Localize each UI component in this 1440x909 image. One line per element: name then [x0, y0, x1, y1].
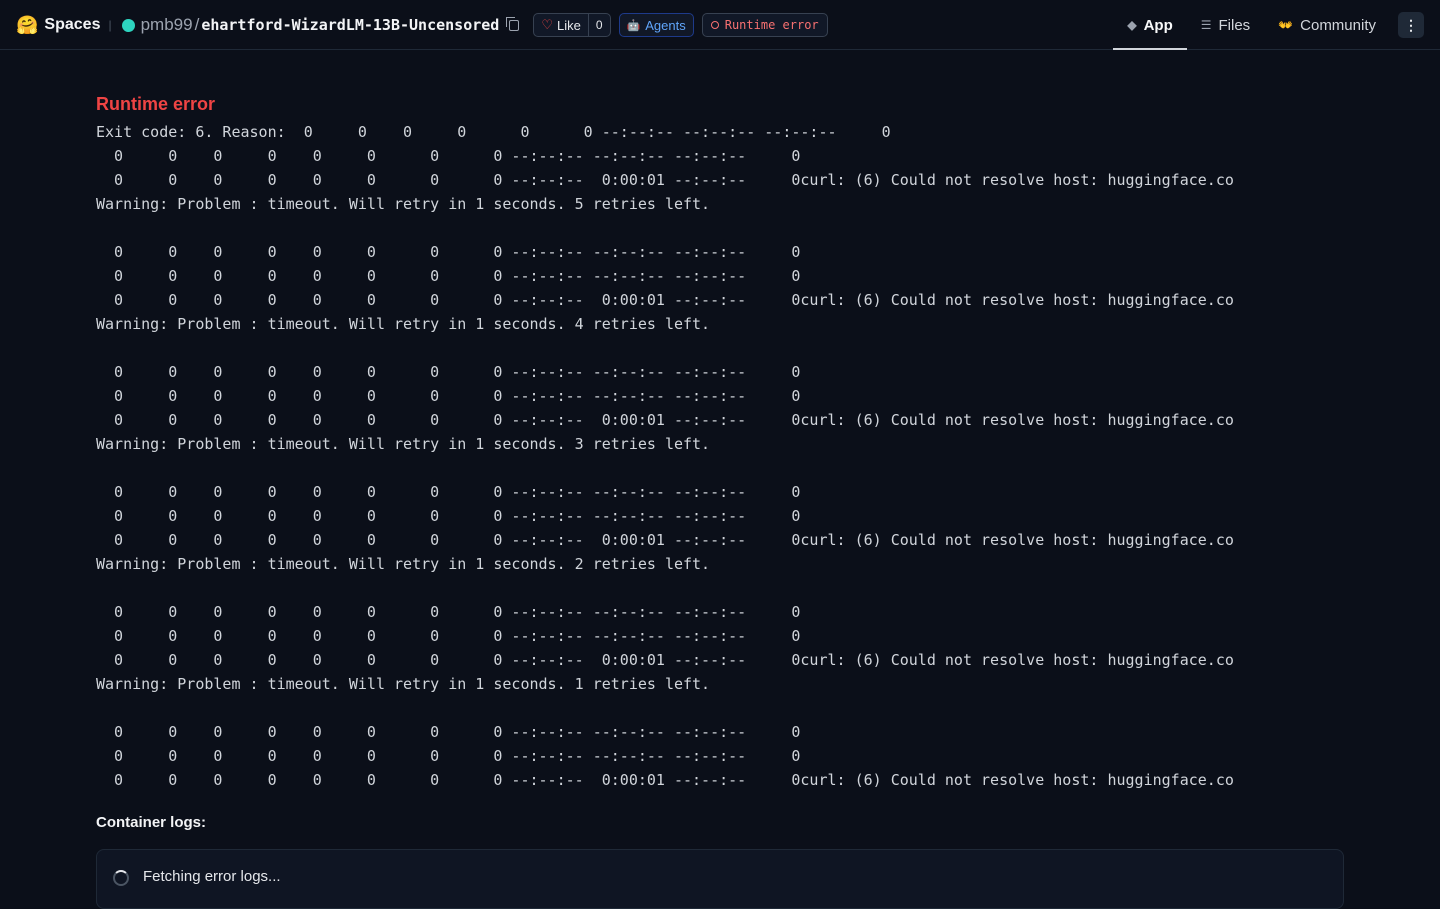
- repo-name-link[interactable]: ehartford-WizardLM-13B-Uncensored: [201, 16, 499, 34]
- like-button-inner[interactable]: ♡ Like: [534, 14, 589, 36]
- container-logs-label: Container logs:: [96, 814, 207, 831]
- fetching-logs-text: Fetching error logs...: [143, 868, 281, 885]
- header-left: 🤗 Spaces | pmb99 / ehartford-WizardLM-13…: [16, 0, 828, 50]
- like-count[interactable]: 0: [589, 18, 610, 32]
- loading-spinner-icon: [113, 870, 129, 886]
- agents-label: Agents: [645, 17, 686, 33]
- spaces-link[interactable]: Spaces: [44, 16, 100, 34]
- robot-icon: 🤖: [626, 19, 641, 32]
- tab-community[interactable]: 👐 Community: [1264, 0, 1390, 50]
- copy-icon[interactable]: [506, 16, 520, 31]
- files-icon: ☰: [1200, 18, 1212, 32]
- top-navigation-bar: 🤗 Spaces | pmb99 / ehartford-WizardLM-13…: [0, 0, 1440, 50]
- tab-files-label: Files: [1218, 16, 1251, 34]
- tab-app[interactable]: ◆ App: [1113, 0, 1188, 50]
- agents-button[interactable]: 🤖 Agents: [618, 13, 694, 37]
- tab-files[interactable]: ☰ Files: [1187, 0, 1264, 50]
- error-log-text: Exit code: 6. Reason: 0 0 0 0 0 0 --:--:…: [96, 123, 1234, 789]
- header-tabs: ◆ App ☰ Files 👐 Community ⋮: [1113, 0, 1440, 50]
- tab-app-label: App: [1143, 16, 1173, 34]
- tab-community-label: Community: [1300, 16, 1376, 34]
- main-content: Runtime error Exit code: 6. Reason: 0 0 …: [96, 90, 1346, 909]
- error-status-icon: [710, 21, 719, 29]
- runtime-error-badge[interactable]: Runtime error: [701, 13, 828, 37]
- owner-link[interactable]: pmb99: [141, 15, 193, 35]
- path-slash: /: [194, 15, 200, 34]
- kebab-menu-icon[interactable]: ⋮: [1398, 12, 1424, 38]
- community-icon: 👐: [1278, 18, 1294, 32]
- error-title: Runtime error: [96, 94, 216, 114]
- heart-icon: ♡: [541, 17, 553, 32]
- container-logs-panel: Fetching error logs...: [96, 849, 1344, 909]
- owner-avatar-icon: [121, 18, 135, 32]
- cube-icon: ◆: [1127, 18, 1137, 32]
- header-separator: |: [108, 18, 112, 32]
- like-label: Like: [556, 17, 581, 33]
- status-label: Runtime error: [724, 18, 819, 32]
- hugging-face-logo-icon[interactable]: 🤗: [16, 15, 38, 36]
- like-button[interactable]: ♡ Like 0: [533, 13, 611, 37]
